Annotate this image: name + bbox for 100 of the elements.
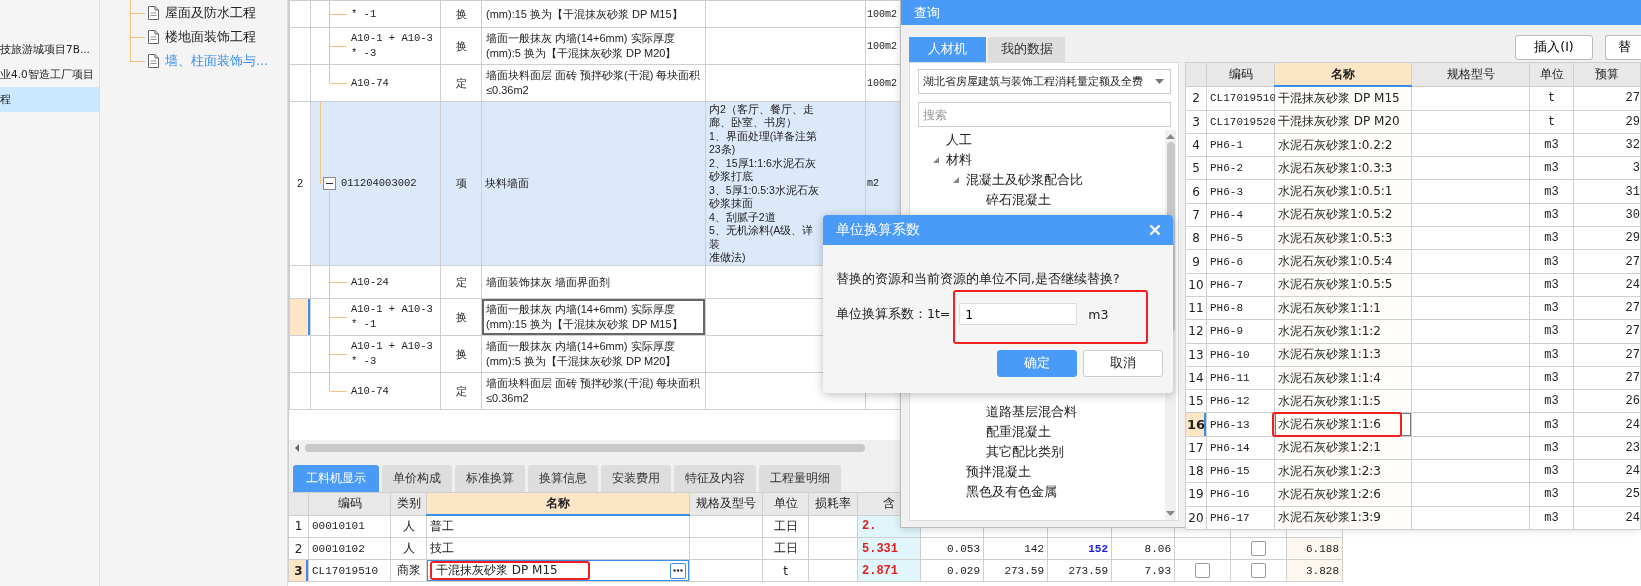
document-icon — [148, 30, 159, 44]
item-name: 墙面一般抹灰 内墙(14+6mm) 实际厚度(mm):5 换为【干混抹灰砂浆 DP M20】 — [485, 339, 678, 369]
table-cell: 24 — [1573, 506, 1641, 530]
table-cell: 8.06 — [1111, 537, 1175, 560]
category-item[interactable]: 道路基层混合料 — [986, 403, 1077, 421]
tab[interactable]: 我的数据 — [988, 37, 1065, 62]
item-name: 墙面块料面层 面砖 预拌砂浆(干混) 每块面积≤0.36m2 — [485, 68, 702, 98]
name-input-field[interactable]: 干混抹灰砂浆 DP M15 — [427, 560, 689, 581]
category-item[interactable]: 黑色及有色金属 — [966, 483, 1057, 501]
feature-text: 2、15厚1:1:6水泥石灰砂浆打底 — [709, 156, 817, 184]
library-dropdown[interactable]: 湖北省房屋建筑与装饰工程消耗量定额及全费 — [918, 69, 1171, 94]
table-cell: 0.053 — [920, 537, 984, 560]
column-header[interactable]: 编码 — [1206, 62, 1275, 87]
table-cell: 27 — [1573, 343, 1641, 367]
scroll-left-icon[interactable] — [293, 442, 301, 453]
column-header[interactable]: 名称 — [546, 496, 570, 510]
table-cell: PH6-6 — [1206, 249, 1275, 274]
category-item[interactable]: 人工 — [946, 131, 972, 149]
toolbar-button[interactable]: 插入(I) — [1515, 35, 1593, 60]
search-field[interactable]: 搜索 — [918, 102, 1171, 127]
column-header[interactable]: 编码 — [337, 496, 362, 511]
category-item[interactable]: 材料 — [946, 151, 972, 169]
tab[interactable]: 工程量明细 — [759, 465, 841, 492]
table-cell: t — [1529, 110, 1574, 134]
tab[interactable]: 安装费用 — [601, 465, 671, 492]
row-number: 18 — [1185, 459, 1207, 483]
checkbox[interactable] — [1251, 541, 1266, 556]
table-cell: 干混抹灰砂浆 DP M20 — [1278, 114, 1400, 129]
tree-item[interactable]: 屋面及防水工程 — [165, 4, 256, 22]
coefficient-input-field[interactable]: 1 — [959, 303, 1078, 325]
table-cell: m3 — [1529, 296, 1574, 320]
toolbar-button[interactable]: 替 — [1605, 35, 1641, 60]
checkbox[interactable] — [1195, 563, 1210, 578]
item-name: 墙面块料面层 面砖 预拌砂浆(干混) 每块面积≤0.36m2 — [485, 376, 702, 406]
column-header[interactable]: 规格型号 — [1411, 62, 1530, 87]
table-cell: 3 — [1573, 156, 1641, 180]
category-item[interactable]: 碎石混凝土 — [986, 191, 1051, 209]
item-unit: 100m2 — [867, 77, 897, 89]
table-cell: 00010101 — [308, 515, 391, 538]
table-cell: 29 — [1573, 110, 1641, 134]
table-cell: 水泥石灰砂浆1:2:1 — [1278, 440, 1381, 455]
tab[interactable]: 标准换算 — [455, 465, 525, 492]
item-name: 墙面一般抹灰 内墙(14+6mm) 实际厚度(mm):15 换为【干混抹灰砂浆 DP M15】 — [482, 299, 705, 335]
table-cell: PH6-14 — [1206, 436, 1275, 460]
item-type: 定 — [440, 64, 482, 102]
close-icon[interactable] — [1149, 224, 1161, 236]
column-header[interactable]: 名称 — [1274, 62, 1412, 87]
category-item[interactable]: 其它配比类别 — [986, 443, 1064, 461]
table-cell: PH6-16 — [1206, 482, 1275, 507]
item-unit: 100m2 — [867, 40, 897, 52]
item-type: 项 — [440, 101, 482, 266]
row-number: 6 — [1185, 180, 1207, 204]
table-cell: 23 — [1573, 436, 1641, 460]
category-item[interactable]: 配重混凝土 — [986, 423, 1051, 441]
table-cell: m3 — [1529, 389, 1574, 413]
tree-connector-line — [130, 37, 145, 62]
table-cell: 5.331 — [862, 541, 898, 556]
scroll-down-icon[interactable] — [1166, 511, 1175, 517]
more-button[interactable] — [670, 562, 686, 579]
feature-text: 4、刮腻子2道 — [709, 210, 777, 224]
category-item[interactable]: 预拌混凝土 — [966, 463, 1031, 481]
checkbox[interactable] — [1251, 563, 1266, 578]
table-cell: m3 — [1529, 226, 1574, 250]
table-cell: m3 — [1529, 482, 1574, 507]
scroll-up-icon[interactable] — [1166, 133, 1175, 139]
column-header[interactable]: 含 — [883, 496, 895, 511]
category-item[interactable]: 混凝土及砂浆配合比 — [966, 171, 1083, 189]
tab[interactable]: 换算信息 — [528, 465, 598, 492]
collapse-icon[interactable] — [323, 176, 336, 190]
table-cell: m3 — [1529, 459, 1574, 483]
table-cell: 水泥石灰砂浆1:1:2 — [1278, 323, 1381, 338]
table-cell: 工日 — [762, 515, 809, 538]
cancel-button[interactable]: 取消 — [1083, 350, 1163, 377]
table-cell: 水泥石灰砂浆1:1:5 — [1278, 393, 1381, 408]
project-item[interactable]: 技旅游城项目7B... — [0, 37, 99, 62]
column-header[interactable]: 单位 — [1529, 62, 1574, 87]
item-type: 换 — [440, 335, 482, 373]
item-code: A10-1 + A10-3 * -1 — [351, 302, 434, 332]
project-item[interactable]: 业4.0智造工厂项目 — [0, 62, 99, 87]
tree-item[interactable]: 楼地面装饰工程 — [165, 28, 256, 46]
feature-text: 内2（客厅、餐厅、走廊、卧室、书房） — [709, 102, 815, 130]
collapse-triangle-icon[interactable] — [952, 176, 960, 184]
table-cell: 25 — [1573, 482, 1641, 507]
row-number: 9 — [1185, 249, 1207, 274]
table-cell: 27 — [1573, 249, 1641, 274]
collapse-triangle-icon[interactable] — [932, 156, 940, 164]
table-cell: 0.029 — [920, 559, 984, 582]
table-cell: 水泥石灰砂浆1:2:3 — [1278, 463, 1381, 478]
item-code: A10-74 — [351, 383, 389, 399]
table-cell: 27 — [1573, 296, 1641, 320]
table-cell: 水泥石灰砂浆1:0.5:2 — [1278, 207, 1393, 222]
table-cell: 水泥石灰砂浆1:0.3:3 — [1278, 160, 1393, 175]
column-header[interactable]: 预算 — [1573, 62, 1641, 87]
item-unit: m2 — [867, 178, 879, 189]
row-number: 1 — [288, 515, 309, 538]
tab[interactable]: 单价构成 — [382, 465, 452, 492]
table-cell: t — [1529, 86, 1574, 111]
project-item[interactable]: 程 — [0, 87, 99, 112]
horizontal-scrollbar[interactable] — [288, 440, 900, 455]
tab[interactable]: 特征及内容 — [674, 465, 756, 492]
